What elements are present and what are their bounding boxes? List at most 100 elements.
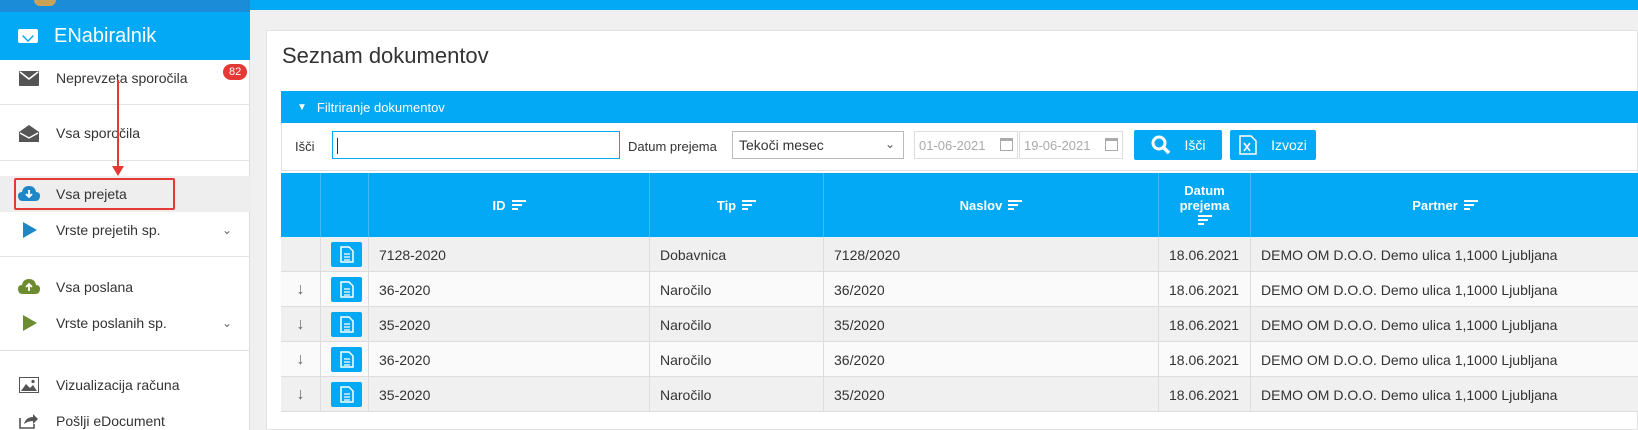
sidebar-item-label: Neprevzeta sporočila xyxy=(56,70,188,86)
chevron-down-icon: ⌄ xyxy=(221,223,232,237)
search-label: Išči xyxy=(295,139,315,154)
cell-type: Naročilo xyxy=(650,342,824,377)
document-cell xyxy=(321,272,369,307)
image-icon xyxy=(18,376,40,394)
calendar-icon xyxy=(1105,138,1118,151)
chevron-down-icon: ⌄ xyxy=(221,316,232,330)
search-button[interactable]: Išči xyxy=(1134,130,1222,160)
column-label: Tip xyxy=(716,197,737,213)
search-button-label: Išči xyxy=(1184,137,1206,153)
cell-date: 18.06.2021 xyxy=(1159,377,1251,412)
excel-icon xyxy=(1239,135,1257,155)
column-label: Naslov xyxy=(959,197,1003,213)
expand-arrow-icon[interactable]: ↓ xyxy=(281,377,321,412)
document-icon xyxy=(339,316,354,333)
filter-section-header[interactable]: ▼ Filtriranje dokumentov xyxy=(281,91,1638,123)
divider xyxy=(0,256,250,257)
cell-title: 36/2020 xyxy=(824,342,1159,377)
table-header: ID Tip Naslov Datum prejema Partner xyxy=(281,173,1638,237)
cell-id: 36-2020 xyxy=(369,272,650,307)
cell-id: 36-2020 xyxy=(369,342,650,377)
open-mail-icon xyxy=(18,124,40,142)
column-label: Partner xyxy=(1412,197,1458,213)
cell-title: 7128/2020 xyxy=(824,237,1159,272)
column-header-title[interactable]: Naslov xyxy=(824,173,1159,237)
sidebar: ENabiralnik Neprevzeta sporočila 82 Vsa … xyxy=(0,0,250,430)
document-button[interactable] xyxy=(331,312,362,337)
table-row[interactable]: ↓ 36-2020 Naročilo 36/2020 18.06.2021 DE… xyxy=(281,272,1638,307)
sidebar-item-label: Vrste prejetih sp. xyxy=(56,222,161,238)
cell-date: 18.06.2021 xyxy=(1159,272,1251,307)
divider xyxy=(0,350,250,351)
cell-date: 18.06.2021 xyxy=(1159,342,1251,377)
filter-row: Išči Datum prejema Tekoči mesec ⌄ 01-06-… xyxy=(281,123,1638,171)
table-row[interactable]: ↓ 35-2020 Naročilo 35/2020 18.06.2021 DE… xyxy=(281,377,1638,412)
cell-date: 18.06.2021 xyxy=(1159,307,1251,342)
table-row[interactable]: 7128-2020 Dobavnica 7128/2020 18.06.2021… xyxy=(281,237,1638,272)
cell-partner: DEMO OM D.O.O. Demo ulica 1,1000 Ljublja… xyxy=(1261,281,1558,298)
calendar-icon xyxy=(1000,138,1013,151)
sidebar-item-all-sent[interactable]: Vsa poslana xyxy=(0,269,250,305)
document-button[interactable] xyxy=(331,382,362,407)
document-cell xyxy=(321,237,369,272)
period-select[interactable]: Tekoči mesec ⌄ xyxy=(732,131,904,159)
sidebar-item-unread[interactable]: Neprevzeta sporočila xyxy=(0,60,250,96)
app-header[interactable]: ENabiralnik xyxy=(0,12,250,60)
cell-id: 35-2020 xyxy=(369,377,650,412)
column-header-date[interactable]: Datum prejema xyxy=(1159,173,1251,237)
filter-section-label: Filtriranje dokumentov xyxy=(316,99,445,115)
text-cursor xyxy=(337,138,338,154)
document-icon xyxy=(339,281,354,298)
cell-id: 7128-2020 xyxy=(369,237,650,272)
cell-type: Naročilo xyxy=(650,377,824,412)
cell-partner: DEMO OM D.O.O. Demo ulica 1,1000 Ljublja… xyxy=(1261,246,1558,263)
document-icon xyxy=(339,351,354,368)
sort-icon xyxy=(511,198,526,212)
page-title: Seznam dokumentov xyxy=(282,43,489,68)
cell-id: 35-2020 xyxy=(369,307,650,342)
cell-partner: DEMO OM D.O.O. Demo ulica 1,1000 Ljublja… xyxy=(1261,316,1558,333)
search-input[interactable] xyxy=(332,131,620,159)
sidebar-item-label: Vsa poslana xyxy=(56,279,134,295)
cell-type: Naročilo xyxy=(650,307,824,342)
sidebar-item-all-messages[interactable]: Vsa sporočila xyxy=(0,115,250,151)
sidebar-item-label: Vizualizacija računa xyxy=(56,377,180,393)
sidebar-item-invoice-visualization[interactable]: Vizualizacija računa xyxy=(0,367,250,403)
cell-title: 36/2020 xyxy=(824,272,1159,307)
sort-icon xyxy=(1008,198,1023,212)
column-header-type[interactable]: Tip xyxy=(650,173,824,237)
expand-arrow-icon[interactable]: ↓ xyxy=(281,272,321,307)
table-row[interactable]: ↓ 35-2020 Naročilo 35/2020 18.06.2021 DE… xyxy=(281,307,1638,342)
sidebar-item-received-types[interactable]: Vrste prejetih sp. ⌄ xyxy=(0,212,250,248)
expand-arrow-icon[interactable]: ↓ xyxy=(281,307,321,342)
envelope-icon xyxy=(18,29,38,43)
sort-icon xyxy=(1463,198,1478,212)
period-value: Tekoči mesec xyxy=(739,137,824,153)
annotation-arrow-head xyxy=(112,166,124,176)
column-header-id[interactable]: ID xyxy=(369,173,650,237)
cloud-upload-icon xyxy=(18,278,40,296)
column-header-partner[interactable]: Partner xyxy=(1251,173,1638,237)
document-icon xyxy=(339,386,354,403)
expand-arrow-icon[interactable]: ↓ xyxy=(281,342,321,377)
document-button[interactable] xyxy=(331,277,362,302)
divider xyxy=(0,104,250,105)
export-button-label: Izvozi xyxy=(1271,137,1307,153)
unread-badge: 82 xyxy=(223,64,248,80)
divider xyxy=(0,160,250,161)
cell-title: 35/2020 xyxy=(824,377,1159,412)
export-button[interactable]: Izvozi xyxy=(1230,130,1316,160)
main-panel: Seznam dokumentov ▼ Filtriranje dokument… xyxy=(266,30,1638,430)
cell-date: 18.06.2021 xyxy=(1159,237,1251,272)
column-label: ID xyxy=(492,197,506,213)
document-cell xyxy=(321,377,369,412)
highlight-box xyxy=(14,178,175,210)
sidebar-item-sent-types[interactable]: Vrste poslanih sp. ⌄ xyxy=(0,305,250,341)
table-row[interactable]: ↓ 36-2020 Naročilo 36/2020 18.06.2021 DE… xyxy=(281,342,1638,377)
date-from-input[interactable]: 01-06-2021 xyxy=(914,131,1018,159)
document-button[interactable] xyxy=(331,242,362,267)
sidebar-item-send-edocument[interactable]: Pošlji eDocument xyxy=(0,403,250,430)
date-to-input[interactable]: 19-06-2021 xyxy=(1019,131,1123,159)
document-button[interactable] xyxy=(331,347,362,372)
sidebar-item-label: Vsa sporočila xyxy=(56,125,141,141)
